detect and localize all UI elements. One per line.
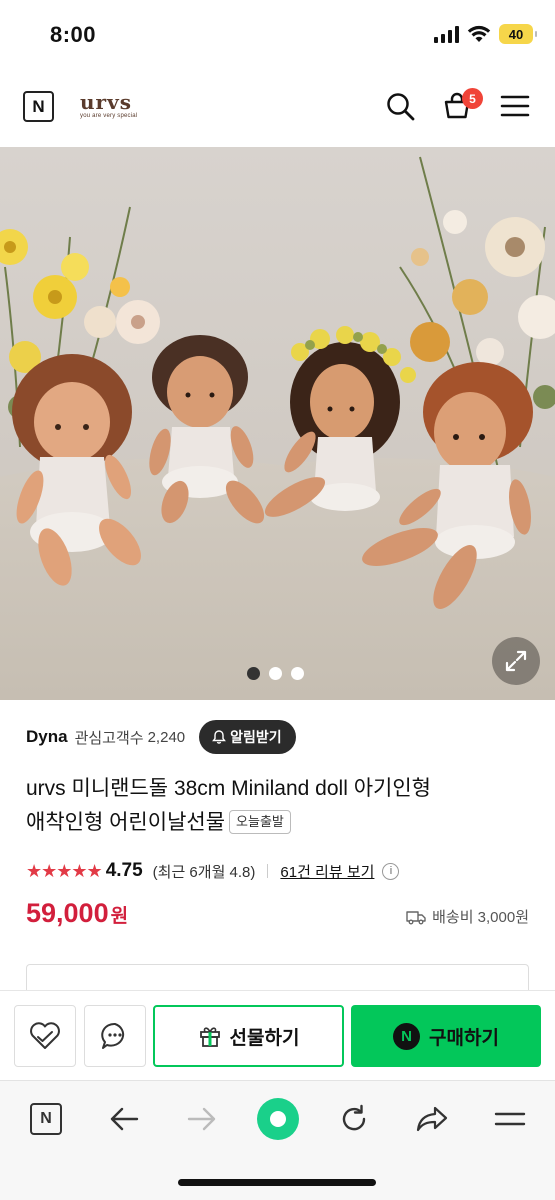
gift-button-label: 선물하기: [229, 1027, 300, 1049]
share-button[interactable]: [412, 1099, 452, 1139]
carousel-dot[interactable]: [247, 667, 260, 680]
store-logo-name: urvs: [80, 90, 132, 114]
battery-icon: 40: [499, 24, 537, 44]
naver-pay-icon: N: [393, 1022, 421, 1050]
heart-check-icon: [30, 1022, 60, 1049]
expand-icon: [505, 650, 527, 672]
product-photo: [0, 147, 555, 700]
seller-info: Dyna 관심고객수 2,240 알림받기: [26, 720, 296, 754]
wishlist-button[interactable]: [14, 1005, 76, 1067]
product-image-carousel[interactable]: [0, 147, 555, 700]
review-link[interactable]: 61건 리뷰 보기: [280, 861, 374, 882]
status-indicators: 40: [434, 24, 537, 44]
product-title-line2-text: 애착인형 어린이날선물: [26, 811, 226, 834]
wifi-icon: [467, 25, 491, 42]
arrow-left-icon: [110, 1107, 139, 1131]
today-shipping-badge: 오늘출발: [229, 810, 291, 834]
buy-button-label: 구매하기: [429, 1027, 499, 1049]
refresh-button[interactable]: [334, 1099, 374, 1139]
store-logo[interactable]: urvs you are very special: [80, 92, 137, 119]
green-dot-icon: [257, 1098, 299, 1140]
info-icon[interactable]: i: [382, 862, 400, 880]
naver-home-button[interactable]: N: [23, 91, 54, 122]
product-price: 59,000 원: [26, 898, 128, 929]
seller-name[interactable]: Dyna: [26, 727, 68, 747]
rating-stars: ★★★★★: [26, 860, 103, 881]
status-bar: 8:00 40: [0, 0, 555, 70]
shipping-info: 배송비 3,000원: [406, 906, 529, 927]
bell-plus-icon: [212, 730, 227, 744]
truck-icon: [406, 910, 426, 924]
follower-label: 관심고객수: [74, 729, 144, 747]
carousel-dot[interactable]: [269, 667, 282, 680]
product-title: urvs 미니랜드돌 38cm Miniland doll 아기인형 애착인형 …: [26, 772, 531, 840]
purchase-action-bar: 선물하기 N 구매하기: [0, 990, 555, 1080]
carousel-indicator: [247, 667, 304, 680]
buy-button[interactable]: N 구매하기: [351, 1005, 541, 1067]
expand-image-button[interactable]: [492, 637, 540, 685]
app-header: N urvs you are very special 5: [0, 76, 555, 138]
green-dot-button[interactable]: [256, 1097, 300, 1141]
naver-n-icon: N: [30, 1103, 62, 1135]
search-icon[interactable]: [384, 90, 416, 122]
shipping-fee: 배송비 3,000원: [432, 909, 529, 926]
browser-home-button[interactable]: N: [26, 1099, 66, 1139]
browser-menu-button[interactable]: [490, 1099, 530, 1139]
follower-count: 2,240: [147, 728, 186, 746]
back-button[interactable]: [104, 1099, 144, 1139]
cellular-signal-icon: [434, 25, 459, 43]
menu-lines-icon: [494, 1112, 526, 1126]
home-indicator: [178, 1179, 376, 1186]
cart-count-badge: 5: [462, 88, 483, 109]
price-unit: 원: [110, 906, 129, 927]
chat-bubble-icon: [101, 1022, 125, 1049]
rating-row: ★★★★★ 4.75 (최근 6개월 4.8) 61건 리뷰 보기 i: [26, 858, 400, 884]
talktalk-button[interactable]: [84, 1005, 146, 1067]
gift-icon: [199, 1027, 220, 1047]
browser-toolbar: N: [0, 1080, 555, 1200]
rating-value: 4.75: [105, 860, 143, 881]
gift-button[interactable]: 선물하기: [153, 1005, 344, 1067]
share-arrow-icon: [416, 1106, 448, 1132]
rating-recent: (최근 6개월 4.8): [152, 863, 256, 881]
notify-button-label: 알림받기: [230, 729, 282, 745]
store-logo-tagline: you are very special: [80, 113, 138, 119]
product-title-line2: 애착인형 어린이날선물 오늘출발: [26, 806, 531, 840]
status-time: 8:00: [50, 22, 97, 47]
forward-button[interactable]: [182, 1099, 222, 1139]
notify-button[interactable]: 알림받기: [199, 720, 296, 754]
product-title-line1: urvs 미니랜드돌 38cm Miniland doll 아기인형: [26, 777, 431, 800]
carousel-dot[interactable]: [291, 667, 304, 680]
divider: [267, 864, 269, 878]
arrow-right-icon: [187, 1107, 216, 1131]
price-value: 59,000: [26, 898, 109, 928]
menu-icon[interactable]: [499, 90, 531, 122]
refresh-icon: [342, 1104, 366, 1131]
